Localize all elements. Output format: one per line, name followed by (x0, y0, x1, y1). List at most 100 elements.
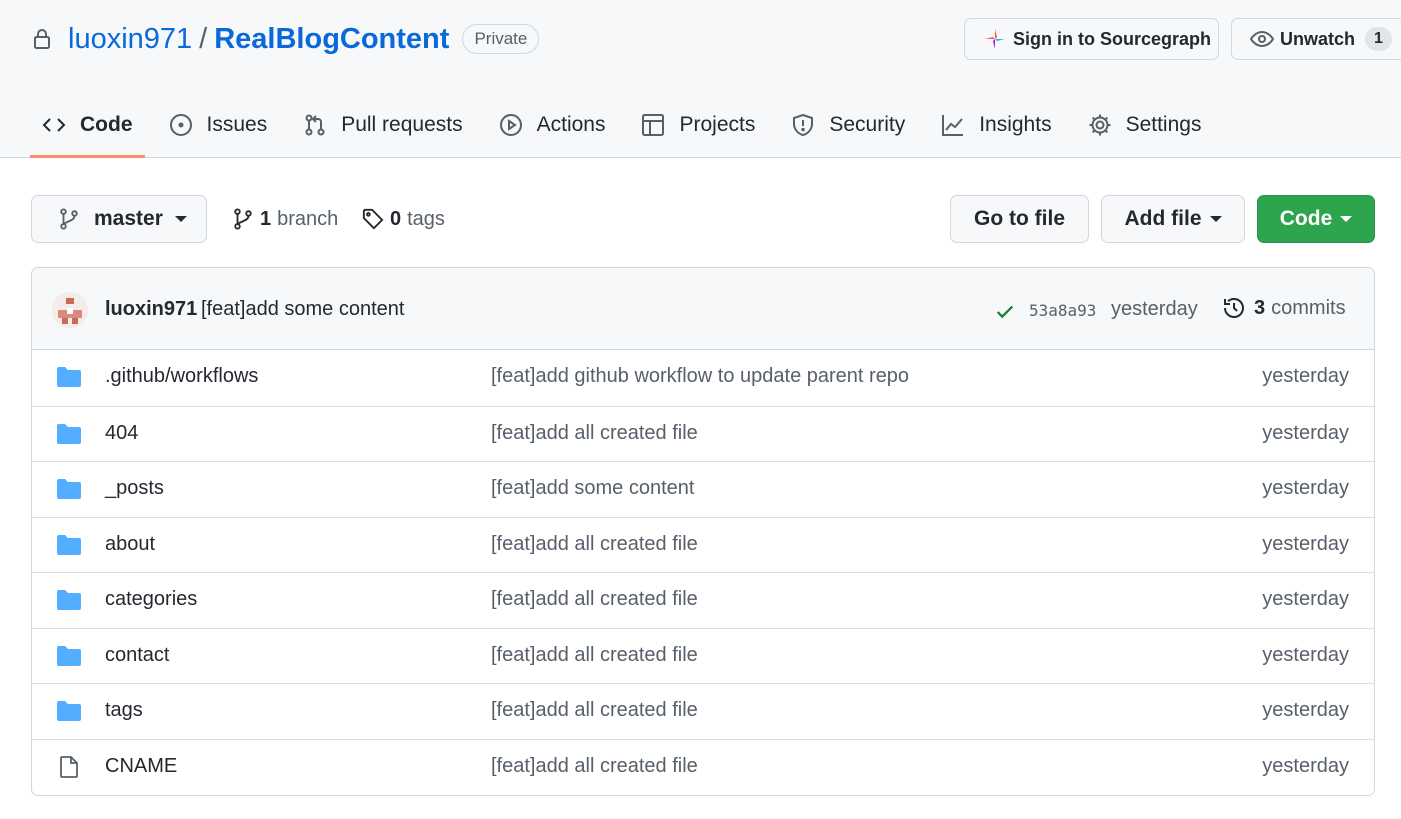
commit-message-link[interactable]: [feat]add some content (201, 298, 404, 321)
file-commit-message-link[interactable]: [feat]add all created file (491, 588, 698, 611)
table-icon (641, 113, 665, 137)
tab-code-label: Code (80, 113, 133, 136)
tab-settings-label: Settings (1125, 113, 1202, 136)
graph-icon (941, 113, 965, 137)
tab-projects-label: Projects (679, 113, 756, 136)
repo-title: luoxin971 / RealBlogContent Private (30, 20, 540, 58)
table-row: CNAME [feat]add all created file yesterd… (32, 738, 1374, 795)
go-to-file-button[interactable]: Go to file (950, 195, 1089, 243)
play-icon (499, 113, 523, 137)
folder-icon (56, 645, 82, 667)
commit-count: 3 (1254, 296, 1266, 319)
repo-name-link[interactable]: RealBlogContent (214, 23, 449, 56)
file-name-link[interactable]: contact (105, 644, 169, 667)
git-branch-icon (232, 208, 254, 230)
commits-history-link[interactable]: 3 commits (1222, 296, 1346, 320)
file-commit-time: yesterday (1262, 477, 1349, 499)
tab-actions-label: Actions (536, 113, 606, 136)
code-icon (42, 113, 66, 137)
file-icon (56, 755, 82, 778)
repo-separator: / (199, 22, 208, 55)
file-commit-time: yesterday (1262, 532, 1349, 555)
file-name-link[interactable]: CNAME (105, 755, 177, 778)
unwatch-label: Unwatch (1280, 28, 1356, 49)
table-row: _posts [feat]add some content yesterday (32, 461, 1374, 517)
file-name-link[interactable]: categories (105, 588, 197, 611)
file-name-link[interactable]: .github/workflows (105, 365, 258, 388)
chevron-down-icon (174, 216, 187, 222)
check-icon[interactable] (994, 301, 1016, 323)
tab-settings[interactable]: Settings (1076, 96, 1214, 154)
tag-icon (362, 208, 384, 230)
chevron-down-icon (1209, 216, 1222, 222)
branch-selector[interactable]: master (31, 195, 207, 243)
gear-icon (1088, 113, 1112, 137)
tags-link[interactable]: 0 tags (362, 205, 445, 233)
tab-insights[interactable]: Insights (929, 96, 1063, 154)
folder-icon (56, 478, 82, 500)
table-row: tags [feat]add all created file yesterda… (32, 683, 1374, 739)
file-commit-message-link[interactable]: [feat]add github workflow to update pare… (491, 365, 909, 388)
visibility-badge: Private (462, 24, 540, 54)
folder-icon (56, 366, 82, 388)
tag-count: 0 (390, 207, 402, 230)
sourcegraph-label: Sign in to Sourcegraph (1013, 28, 1212, 49)
file-name-link[interactable]: 404 (105, 422, 138, 445)
file-commit-time: yesterday (1262, 643, 1349, 666)
folder-icon (56, 534, 82, 556)
chevron-down-icon (1340, 216, 1353, 222)
file-name-link[interactable]: tags (105, 699, 143, 722)
file-name-link[interactable]: _posts (105, 477, 164, 500)
file-commit-message-link[interactable]: [feat]add all created file (491, 755, 698, 778)
table-row: about [feat]add all created file yesterd… (32, 516, 1374, 573)
table-row: contact [feat]add all created file yeste… (32, 627, 1374, 684)
tab-code[interactable]: Code (30, 96, 145, 158)
repo-owner-link[interactable]: luoxin971 (68, 23, 192, 56)
git-branch-icon (58, 208, 80, 230)
lock-icon (30, 27, 54, 51)
file-commit-time: yesterday (1262, 754, 1349, 777)
branches-link[interactable]: 1 branch (232, 205, 338, 233)
file-commit-message-link[interactable]: [feat]add some content (491, 477, 694, 500)
tab-issues-label: Issues (206, 113, 268, 136)
code-button-label: Code (1279, 207, 1333, 230)
file-commit-message-link[interactable]: [feat]add all created file (491, 533, 698, 556)
tab-security-label: Security (829, 113, 906, 136)
branch-count: 1 (260, 207, 272, 230)
latest-commit-bar: luoxin971 [feat]add some content 53a8a93… (32, 268, 1374, 350)
file-commit-time: yesterday (1262, 421, 1349, 444)
tab-actions[interactable]: Actions (487, 96, 618, 154)
folder-icon (56, 589, 82, 611)
table-row: categories [feat]add all created file ye… (32, 572, 1374, 628)
shield-icon (791, 113, 815, 137)
commits-label: commits (1271, 296, 1346, 319)
pull-request-icon (303, 113, 327, 137)
tab-pull-requests[interactable]: Pull requests (291, 96, 474, 154)
file-commit-message-link[interactable]: [feat]add all created file (491, 644, 698, 667)
add-file-label: Add file (1124, 207, 1202, 230)
folder-icon (56, 423, 82, 445)
tab-projects[interactable]: Projects (629, 96, 767, 154)
tag-label: tags (407, 207, 445, 230)
tab-security[interactable]: Security (779, 96, 917, 154)
folder-icon (56, 700, 82, 722)
file-name-link[interactable]: about (105, 533, 155, 556)
branch-name: master (94, 207, 163, 230)
tab-issues[interactable]: Issues (157, 96, 280, 154)
file-commit-message-link[interactable]: [feat]add all created file (491, 699, 698, 722)
add-file-button[interactable]: Add file (1101, 195, 1245, 243)
repo-tabs: Code Issues Pull requests Actions Projec… (30, 96, 1225, 158)
watch-count: 1 (1365, 27, 1392, 51)
commit-author-link[interactable]: luoxin971 (105, 298, 197, 321)
file-commit-message-link[interactable]: [feat]add all created file (491, 422, 698, 445)
unwatch-button[interactable]: Unwatch 1 (1231, 18, 1401, 60)
file-browser: luoxin971 [feat]add some content 53a8a93… (31, 267, 1375, 796)
sourcegraph-signin-button[interactable]: Sign in to Sourcegraph (964, 18, 1219, 60)
table-row: .github/workflows [feat]add github workf… (32, 350, 1374, 406)
file-commit-time: yesterday (1262, 699, 1349, 721)
commit-sha-link[interactable]: 53a8a93 (1029, 301, 1096, 320)
avatar[interactable] (52, 292, 88, 328)
history-icon (1222, 296, 1246, 320)
code-dropdown-button[interactable]: Code (1257, 195, 1375, 243)
table-row: 404 [feat]add all created file yesterday (32, 405, 1374, 462)
